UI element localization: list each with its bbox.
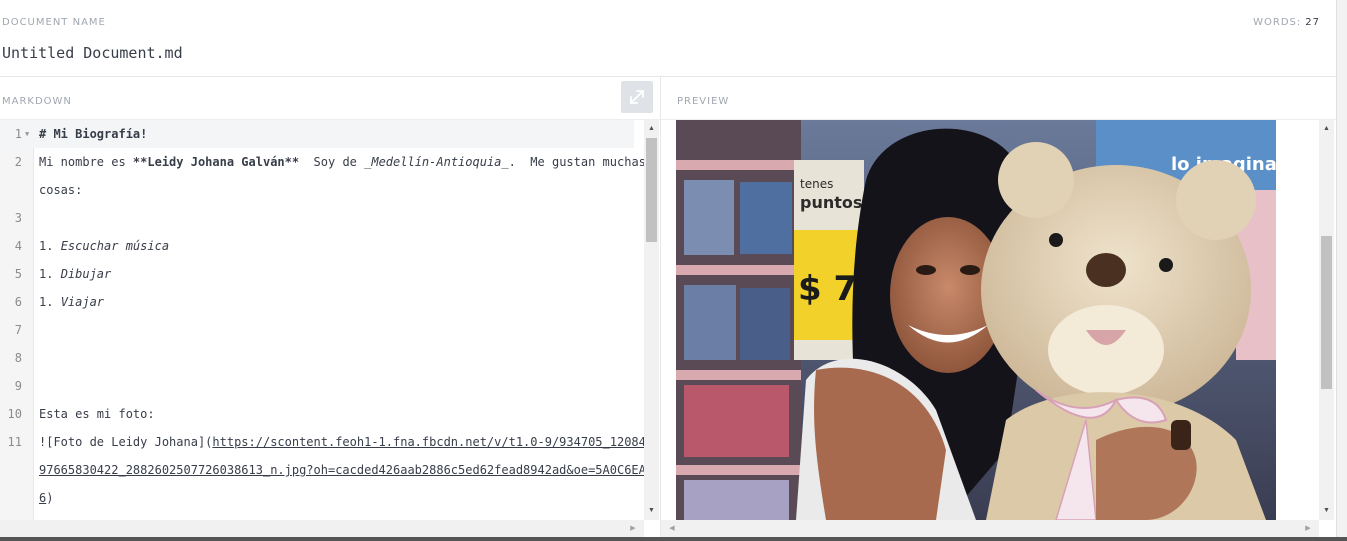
scroll-right-icon[interactable]: ▶: [626, 520, 640, 537]
line-text: Mi nombre es **Leidy Johana Galván** Soy…: [39, 148, 646, 176]
preview-horizontal-scrollbar[interactable]: ◀ ▶: [661, 520, 1319, 537]
editor-line[interactable]: 3: [0, 204, 634, 232]
editor-line[interactable]: 9: [0, 372, 634, 400]
editor-line[interactable]: 6 1. Viajar: [0, 288, 634, 316]
line-number: 6: [14, 295, 22, 309]
line-number: 1: [14, 127, 22, 141]
line-number: 3: [14, 211, 22, 225]
line-text: ![Foto de Leidy Johana](https://scontent…: [39, 428, 646, 456]
preview-scroll-thumb[interactable]: [1321, 236, 1332, 389]
line-number: 4: [14, 239, 22, 253]
italic-text: _Medellín-Antioquia_: [364, 155, 509, 169]
document-name-label: DOCUMENT NAME: [2, 17, 106, 28]
editor-lines[interactable]: 1 ▼ # Mi Biografía! 2 Mi nombre es **Lei…: [0, 120, 646, 512]
scroll-right-icon[interactable]: ▶: [1301, 520, 1315, 537]
editor-line[interactable]: 2 Mi nombre es **Leidy Johana Galván** S…: [0, 148, 646, 176]
expand-editor-button[interactable]: [621, 81, 653, 113]
line-number: 7: [14, 323, 22, 337]
line-number: 10: [7, 407, 22, 421]
word-count-label: WORDS:: [1253, 17, 1302, 28]
line-text: # Mi Biografía!: [39, 127, 148, 141]
editor-line-wrap[interactable]: 97665830422_2882602507726038613_n.jpg?oh…: [0, 456, 646, 484]
line-text: 1. Viajar: [39, 288, 628, 316]
word-count-value: 27: [1305, 17, 1320, 28]
markdown-editor[interactable]: 1 ▼ # Mi Biografía! 2 Mi nombre es **Lei…: [0, 120, 660, 520]
text-segment: Soy de: [299, 155, 365, 169]
editor-line[interactable]: 5 1. Dibujar: [0, 260, 634, 288]
text-segment: 1.: [39, 267, 61, 281]
preview-image: tenes puntos $ 7 lo imagina: [676, 120, 1276, 520]
markdown-pane-header: MARKDOWN: [0, 77, 660, 120]
editor-horizontal-scrollbar[interactable]: ▶: [0, 520, 644, 537]
bold-text: **Leidy Johana Galván**: [132, 155, 300, 169]
line-number: 5: [14, 267, 22, 281]
image-url-link[interactable]: https://scontent.feoh1-1.fna.fbcdn.net/v…: [212, 435, 645, 449]
editor-line[interactable]: 4 1. Escuchar música: [0, 232, 634, 260]
scroll-down-icon[interactable]: ▼: [1319, 504, 1334, 518]
scroll-up-icon[interactable]: ▲: [644, 122, 659, 136]
line-number: 9: [14, 379, 22, 393]
text-segment: ): [46, 491, 54, 505]
line-number: 11: [7, 435, 22, 449]
editor-scroll-thumb[interactable]: [646, 138, 657, 242]
italic-text: Dibujar: [60, 267, 112, 281]
line-number: 8: [14, 351, 22, 365]
sign-price: $ 7: [798, 269, 857, 309]
image-url-link[interactable]: 97665830422_2882602507726038613_n.jpg?oh…: [39, 456, 646, 484]
editor-line[interactable]: 10 Esta es mi foto:: [0, 400, 634, 428]
text-segment: ![Foto de Leidy Johana](: [39, 435, 213, 449]
window-edge: [1336, 0, 1347, 541]
editor-line[interactable]: 11 ![Foto de Leidy Johana](https://scont…: [0, 428, 646, 456]
line-text: 6): [39, 484, 628, 512]
sign-text-puntos: puntos: [800, 193, 862, 212]
preview-pane-header: PREVIEW: [661, 77, 1336, 120]
line-text: 1. Dibujar: [39, 260, 628, 288]
document-header: DOCUMENT NAME Untitled Document.md WORDS…: [0, 0, 1336, 77]
editor-line[interactable]: 1 ▼ # Mi Biografía!: [0, 120, 634, 148]
sign-text-tenes: tenes: [800, 177, 833, 191]
text-segment: 1.: [39, 295, 61, 309]
text-segment: . Me gustan muchas: [508, 155, 646, 169]
line-text: Esta es mi foto:: [39, 407, 155, 421]
preview-pane[interactable]: tenes puntos $ 7 lo imagina: [661, 120, 1319, 520]
scroll-down-icon[interactable]: ▼: [644, 504, 659, 518]
editor-line[interactable]: 8: [0, 344, 634, 372]
expand-arrows-icon: [630, 90, 644, 104]
italic-text: Escuchar música: [60, 239, 170, 253]
line-text: cosas:: [39, 183, 83, 197]
editor-line-wrap[interactable]: 6): [0, 484, 634, 512]
italic-text: Viajar: [60, 295, 105, 309]
photo-illustration: tenes puntos $ 7 lo imagina: [676, 120, 1276, 520]
editor-vertical-scrollbar[interactable]: ▲ ▼: [644, 120, 659, 520]
preview-vertical-scrollbar[interactable]: ▲ ▼: [1319, 120, 1334, 520]
scroll-left-icon[interactable]: ◀: [665, 520, 679, 537]
editor-line-wrap[interactable]: cosas:: [0, 176, 634, 204]
markdown-pane-title: MARKDOWN: [2, 96, 72, 107]
line-text: 1. Escuchar música: [39, 232, 628, 260]
document-name-field[interactable]: Untitled Document.md: [2, 44, 183, 62]
bottom-border: [0, 537, 1347, 541]
scroll-up-icon[interactable]: ▲: [1319, 122, 1334, 136]
text-segment: Mi nombre es: [39, 155, 133, 169]
word-count: WORDS: 27: [1253, 17, 1320, 28]
text-segment: 1.: [39, 239, 61, 253]
line-number: 2: [14, 155, 22, 169]
fold-toggle-icon[interactable]: ▼: [25, 120, 29, 148]
editor-line[interactable]: 7: [0, 316, 634, 344]
preview-pane-title: PREVIEW: [677, 96, 730, 107]
